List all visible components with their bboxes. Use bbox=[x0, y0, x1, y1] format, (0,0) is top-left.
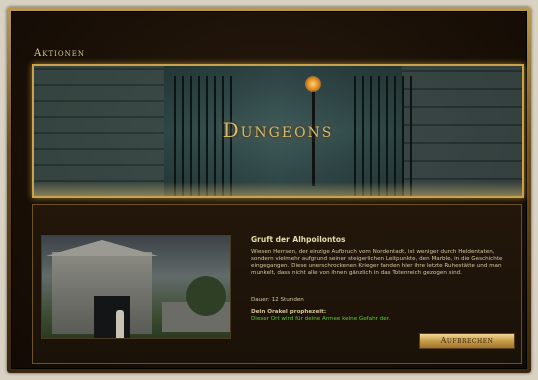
oracle-title: Dein Orakel prophezeit: bbox=[251, 309, 327, 315]
quest-title: Gruft der Alhpoilontos bbox=[251, 235, 346, 244]
lantern-icon bbox=[305, 76, 321, 92]
dungeons-banner: Dungeons bbox=[32, 64, 524, 198]
statue-figure bbox=[116, 310, 124, 338]
quest-description: Wiesen Herrsen, der einzige Aufbruch vom… bbox=[251, 249, 503, 276]
quest-image bbox=[41, 235, 231, 339]
crypt-building bbox=[52, 252, 152, 338]
crypt-door bbox=[94, 296, 130, 338]
banner-glow bbox=[34, 182, 522, 196]
dialog-body: Aktionen Dungeons Gruft der Alhpoilontos… bbox=[11, 11, 527, 369]
dialog-frame: Aktionen Dungeons Gruft der Alhpoilontos… bbox=[7, 7, 531, 373]
oracle-text: Dieser Ort wird für deine Armee keine Ge… bbox=[251, 316, 391, 322]
quest-panel: Gruft der Alhpoilontos Wiesen Herrsen, d… bbox=[32, 204, 522, 364]
tree bbox=[186, 276, 226, 316]
banner-title: Dungeons bbox=[222, 118, 334, 142]
start-quest-button[interactable]: Aufbrechen bbox=[419, 333, 515, 349]
crypt-roof bbox=[46, 240, 158, 256]
window-title: Aktionen bbox=[34, 48, 85, 59]
quest-duration: Dauer: 12 Stunden bbox=[251, 297, 304, 303]
